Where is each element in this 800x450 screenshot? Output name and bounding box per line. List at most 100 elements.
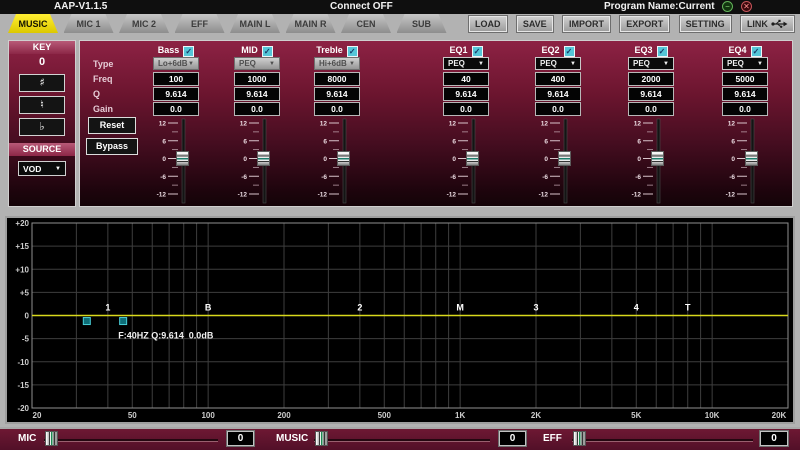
bypass-button[interactable]: Bypass — [86, 138, 138, 155]
gain-slider-bass[interactable]: 1260-6-12 — [153, 117, 199, 205]
x-axis-tick-label: 5K — [631, 411, 641, 420]
y-axis-tick-label: +15 — [15, 242, 29, 251]
tab-sub[interactable]: SUB — [397, 14, 447, 33]
tab-cen[interactable]: CEN — [341, 14, 391, 33]
type-dropdown-eq3[interactable]: PEQ▼ — [628, 57, 674, 70]
checkbox-bass[interactable]: ✓ — [183, 46, 194, 57]
tab-main-r[interactable]: MAIN R — [286, 14, 336, 33]
freq-field-mid[interactable]: 1000 — [234, 72, 280, 86]
gain-slider-eq3[interactable]: 1260-6-12 — [628, 117, 674, 205]
x-axis-tick-label: 100 — [201, 411, 215, 420]
gain-slider-eq2[interactable]: 1260-6-12 — [535, 117, 581, 205]
close-button[interactable]: ✕ — [741, 1, 752, 12]
slider-tick-label: 0 — [544, 156, 548, 163]
fader-value-eff[interactable]: 0 — [760, 431, 788, 446]
button-setting-label: SETTING — [686, 19, 725, 29]
key-sharp-button[interactable]: ♯ — [19, 74, 65, 92]
y-axis-tick-label: +5 — [20, 288, 30, 297]
gain-slider-thumb-eq4[interactable] — [745, 151, 758, 166]
checkbox-eq2[interactable]: ✓ — [564, 46, 575, 57]
checkbox-treble[interactable]: ✓ — [347, 46, 358, 57]
button-load[interactable]: LOAD — [468, 15, 508, 33]
tab-mic-1[interactable]: MIC 1 — [64, 14, 114, 33]
tab-mic-2[interactable]: MIC 2 — [119, 14, 169, 33]
source-dropdown[interactable]: VOD ▼ — [18, 161, 66, 176]
title-bar: AAP-V1.1.5 Connect OFF Program Name:Curr… — [0, 0, 800, 14]
key-natural-button[interactable]: ♮ — [19, 96, 65, 114]
eq-channel-name-bass: Bass — [158, 45, 180, 55]
eq-channel-header-eq4: EQ4✓ — [707, 45, 783, 57]
minimize-button[interactable]: − — [722, 1, 733, 12]
chevron-down-icon: ▼ — [478, 61, 484, 67]
button-export[interactable]: EXPORT — [619, 15, 670, 33]
x-axis-tick-label: 2K — [531, 411, 541, 420]
gain-slider-thumb-eq3[interactable] — [651, 151, 664, 166]
tab-eff[interactable]: EFF — [175, 14, 225, 33]
button-save[interactable]: SAVE — [516, 15, 554, 33]
key-flat-button[interactable]: ♭ — [19, 118, 65, 136]
q-field-eq1[interactable]: 9.614 — [443, 87, 489, 101]
eq-channel-name-eq3: EQ3 — [634, 45, 652, 55]
gain-slider-eq4[interactable]: 1260-6-12 — [722, 117, 768, 205]
slider-tick-label: 0 — [637, 156, 641, 163]
freq-field-eq1[interactable]: 40 — [443, 72, 489, 86]
eq-drag-handle-2[interactable] — [120, 318, 127, 325]
eq-point-tooltip: F:40HZ Q:9.614 0.0dB — [118, 331, 214, 341]
tab-music[interactable]: MUSIC — [8, 14, 58, 33]
type-dropdown-eq1[interactable]: PEQ▼ — [443, 57, 489, 70]
gain-field-eq2[interactable]: 0.0 — [535, 102, 581, 116]
checkbox-eq3[interactable]: ✓ — [657, 46, 668, 57]
fader-track-mic[interactable] — [44, 439, 218, 441]
type-dropdown-eq4[interactable]: PEQ▼ — [722, 57, 768, 70]
fader-track-eff[interactable] — [572, 439, 753, 441]
gain-field-bass[interactable]: 0.0 — [153, 102, 199, 116]
freq-field-eq3[interactable]: 2000 — [628, 72, 674, 86]
button-link[interactable]: LINK — [740, 15, 795, 33]
gain-field-eq1[interactable]: 0.0 — [443, 102, 489, 116]
eq-drag-handle-1[interactable] — [83, 318, 90, 325]
gain-slider-thumb-bass[interactable] — [176, 151, 189, 166]
key-value: 0 — [9, 54, 75, 70]
gain-slider-thumb-eq1[interactable] — [466, 151, 479, 166]
band-marker-m: M — [456, 303, 464, 313]
gain-field-mid[interactable]: 0.0 — [234, 102, 280, 116]
q-field-mid[interactable]: 9.614 — [234, 87, 280, 101]
freq-field-treble[interactable]: 8000 — [314, 72, 360, 86]
freq-field-bass[interactable]: 100 — [153, 72, 199, 86]
gain-slider-eq1[interactable]: 1260-6-12 — [443, 117, 489, 205]
y-axis-tick-label: +20 — [15, 219, 29, 228]
gain-slider-thumb-mid[interactable] — [257, 151, 270, 166]
gain-slider-thumb-treble[interactable] — [337, 151, 350, 166]
fader-thumb-mic[interactable] — [45, 431, 58, 446]
tab-main-l[interactable]: MAIN L — [230, 14, 280, 33]
gain-slider-treble[interactable]: 1260-6-12 — [314, 117, 360, 205]
fader-track-music[interactable] — [314, 439, 490, 441]
y-axis-tick-label: -15 — [17, 381, 29, 390]
freq-field-eq4[interactable]: 5000 — [722, 72, 768, 86]
button-import[interactable]: IMPORT — [562, 15, 611, 33]
checkbox-mid[interactable]: ✓ — [262, 46, 273, 57]
q-field-eq3[interactable]: 9.614 — [628, 87, 674, 101]
q-field-bass[interactable]: 9.614 — [153, 87, 199, 101]
button-setting[interactable]: SETTING — [679, 15, 732, 33]
fader-thumb-music[interactable] — [315, 431, 328, 446]
gain-field-eq3[interactable]: 0.0 — [628, 102, 674, 116]
fader-thumb-eff[interactable] — [573, 431, 586, 446]
gain-slider-mid[interactable]: 1260-6-12 — [234, 117, 280, 205]
gain-field-treble[interactable]: 0.0 — [314, 102, 360, 116]
type-dropdown-eq2[interactable]: PEQ▼ — [535, 57, 581, 70]
chevron-down-icon: ▼ — [663, 61, 669, 67]
gain-field-eq4[interactable]: 0.0 — [722, 102, 768, 116]
freq-field-eq2[interactable]: 400 — [535, 72, 581, 86]
fader-value-mic[interactable]: 0 — [227, 431, 254, 446]
reset-button[interactable]: Reset — [88, 117, 136, 134]
checkbox-eq1[interactable]: ✓ — [472, 46, 483, 57]
gain-slider-thumb-eq2[interactable] — [558, 151, 571, 166]
q-field-eq4[interactable]: 9.614 — [722, 87, 768, 101]
y-axis-tick-label: -10 — [17, 358, 29, 367]
q-field-eq2[interactable]: 9.614 — [535, 87, 581, 101]
q-field-treble[interactable]: 9.614 — [314, 87, 360, 101]
fader-value-music[interactable]: 0 — [499, 431, 526, 446]
slider-tick-label: -6 — [542, 174, 548, 181]
checkbox-eq4[interactable]: ✓ — [751, 46, 762, 57]
